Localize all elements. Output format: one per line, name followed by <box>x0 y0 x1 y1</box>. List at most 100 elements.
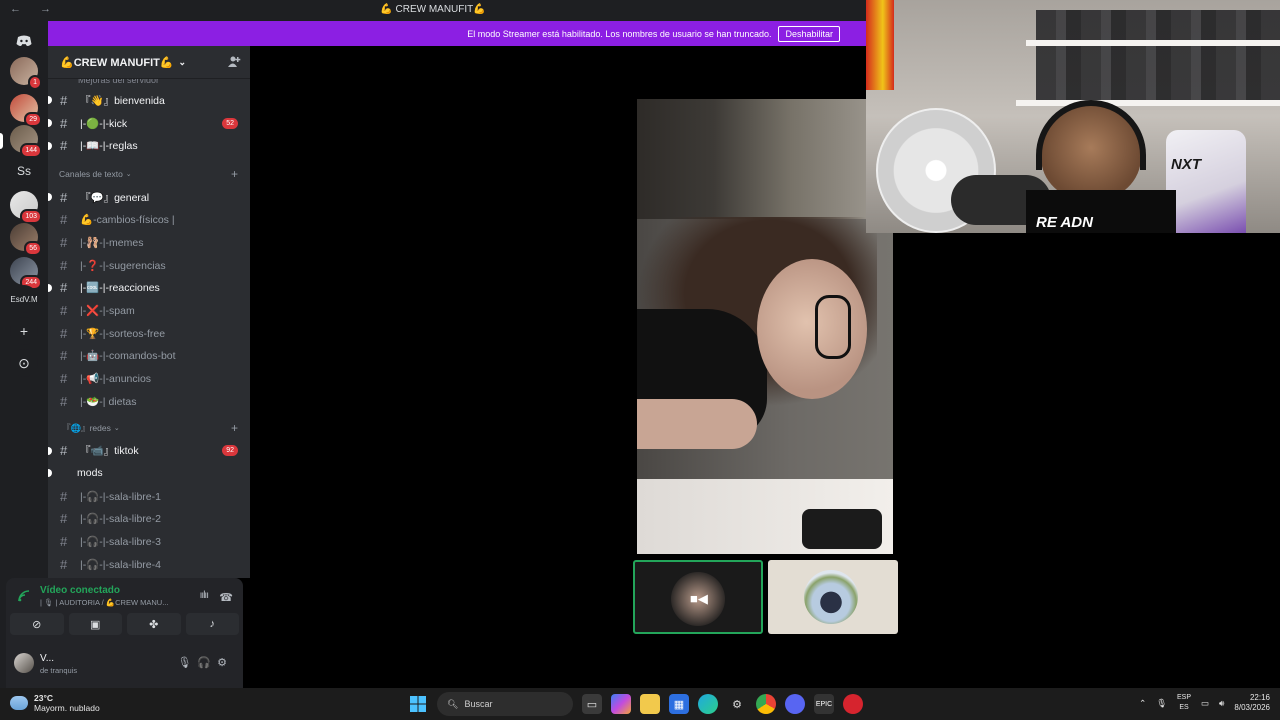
cloud-icon <box>10 696 28 710</box>
keyboard-code: ES <box>1179 704 1189 711</box>
gear-icon[interactable]: ⚙ <box>217 657 233 669</box>
share-screen-button[interactable]: ▣ <box>68 613 122 635</box>
chrome-icon[interactable] <box>756 694 776 714</box>
channel-anuncios[interactable]: # |-📢-|-anuncios <box>48 367 250 390</box>
disconnect-call-icon[interactable]: ☎ <box>219 591 233 604</box>
category-text-channels[interactable]: Canales de texto ⌄ + <box>48 163 250 186</box>
microphone-icon[interactable]: 🎙 <box>177 657 197 669</box>
server-icon-6[interactable]: 56 <box>10 223 42 256</box>
channel-name: |-🥗-| dietas <box>80 395 137 408</box>
settings-app-icon[interactable]: ⚙ <box>727 694 747 714</box>
task-view-icon[interactable]: ▭ <box>582 694 602 714</box>
channel-cambios-fisicos[interactable]: # 💪-cambios-físicos | <box>48 208 250 231</box>
headphones-icon[interactable]: 🎧 <box>197 657 217 669</box>
channel-bienvenida[interactable]: # 『👋』bienvenida <box>48 89 250 112</box>
activities-button[interactable]: ✤ <box>127 613 181 635</box>
channel-name: |-🎧-|-sala-libre-3 <box>80 535 161 548</box>
avatar[interactable] <box>14 653 34 673</box>
hash-icon: # <box>60 533 68 549</box>
server-icon-1[interactable]: 1 <box>10 57 42 90</box>
window-title: 💪 CREW MANUFIT💪 <box>380 4 486 15</box>
clock[interactable]: 22:16 8/03/2026 <box>1234 693 1270 713</box>
channel-kick[interactable]: # |-🟢-|-kick 52 <box>48 112 250 135</box>
channel-name: |-🆒-|-reacciones <box>80 282 160 295</box>
channel-spam[interactable]: # |-❌-|-spam <box>48 299 250 322</box>
disable-streamer-button[interactable]: Deshabilitar <box>778 25 840 42</box>
channel-name: |-🤖-|-comandos-bot <box>80 350 176 363</box>
boost-item[interactable]: Mejoras del servidor <box>48 79 250 89</box>
participant-avatar <box>804 570 858 624</box>
camera-off-button[interactable]: ⊘ <box>10 613 64 635</box>
chevron-up-icon[interactable]: ⌃ <box>1139 698 1146 709</box>
server-icon-ss[interactable]: Ss <box>10 157 38 185</box>
chevron-down-icon: ⌄ <box>125 171 132 179</box>
channel-sugerencias[interactable]: # |-❓-|-sugerencias <box>48 254 250 277</box>
channel-sala-libre-2[interactable]: # |-🎧-|-sala-libre-2 <box>48 507 250 530</box>
voice-channel-name[interactable]: | 🎙 | AUDITORIA / 💪CREW MANU... <box>40 598 168 607</box>
channel-sorteos-free[interactable]: # |-🏆-|-sorteos-free <box>48 322 250 345</box>
participant-tile-active[interactable]: ■◀ <box>633 560 763 634</box>
hash-icon: # <box>60 92 68 108</box>
windows-start-icon[interactable] <box>408 694 428 714</box>
category-mods[interactable]: mods <box>48 462 250 485</box>
server-icon-crew-manufit[interactable]: 144 <box>10 125 42 158</box>
discord-app-icon[interactable] <box>785 694 805 714</box>
epic-games-icon[interactable]: EPIC <box>814 694 834 714</box>
banner-message: El modo Streamer está habilitado. Los no… <box>467 28 772 39</box>
add-server-icon[interactable]: + <box>10 317 38 345</box>
taskbar-apps: 🔍︎ Buscar ▭ ▦ ⚙ EPIC <box>408 692 863 716</box>
channel-dietas[interactable]: # |-🥗-| dietas <box>48 390 250 413</box>
taskbar-search[interactable]: 🔍︎ Buscar <box>437 692 573 716</box>
store-icon[interactable]: ▦ <box>669 694 689 714</box>
server-header[interactable]: 💪CREW MANUFIT💪 ⌄ <box>48 46 250 79</box>
channel-sala-libre-1[interactable]: # |-🎧-|-sala-libre-1 <box>48 485 250 508</box>
copilot-icon[interactable] <box>611 694 631 714</box>
webcam-shelf <box>1016 100 1280 106</box>
video-background <box>637 99 893 219</box>
server-icon-5[interactable]: 103 <box>10 191 42 224</box>
soundboard-button[interactable]: ♪ <box>185 613 239 635</box>
voice-status: Vídeo conectado <box>40 585 121 596</box>
channel-name: 『💬』general <box>80 191 150 204</box>
channel-sala-libre-3[interactable]: # |-🎧-|-sala-libre-3 <box>48 530 250 553</box>
channel-comandos-bot[interactable]: # |-🤖-|-comandos-bot <box>48 345 250 368</box>
channel-name: 『📹』tiktok <box>80 445 139 458</box>
network-icon[interactable]: ▭ <box>1201 698 1209 709</box>
channel-general[interactable]: # 『💬』general <box>48 186 250 209</box>
weather-widget[interactable]: 23°C Mayorm. nublado <box>10 693 100 713</box>
webcam-chair <box>1166 130 1246 233</box>
system-tray: ⌃ 🎙 ESP ES ▭ 🔊︎ 22:16 8/03/2026 <box>1139 693 1270 713</box>
server-icon-2[interactable]: 29 <box>10 94 42 127</box>
invite-people-icon[interactable] <box>227 55 241 69</box>
language-indicator[interactable]: ESP ES <box>1177 693 1191 713</box>
date: 8/03/2026 <box>1234 703 1270 712</box>
channel-name: |-❌-|-spam <box>80 305 135 318</box>
shirt-logo: RE ADN <box>1036 214 1093 231</box>
channel-sala-libre-4[interactable]: # |-🎧-|-sala-libre-4 <box>48 553 250 576</box>
discord-home-icon[interactable] <box>10 27 38 55</box>
server-icon-7[interactable]: 244 <box>10 257 42 290</box>
channel-memes[interactable]: # |-🩰-|-memes <box>48 231 250 254</box>
discover-icon[interactable]: ⊙ <box>10 349 38 377</box>
hash-icon: # <box>60 138 68 154</box>
add-channel-icon[interactable]: + <box>231 167 238 181</box>
signal-icon[interactable] <box>18 590 30 602</box>
unread-indicator <box>48 469 52 478</box>
add-channel-icon[interactable]: + <box>231 421 238 435</box>
server-icon-esdvm[interactable]: EsdV.M <box>10 285 38 313</box>
microphone-tray-icon[interactable]: 🎙 <box>1156 698 1167 709</box>
channel-sidebar: 💪CREW MANUFIT💪 ⌄ Mejoras del servidor # … <box>48 46 250 578</box>
main-video-tile[interactable] <box>637 99 893 554</box>
edge-icon[interactable] <box>698 694 718 714</box>
participant-tile[interactable] <box>768 560 898 634</box>
volume-icon[interactable]: 🔊︎ <box>1219 698 1224 709</box>
unread-indicator <box>48 446 52 455</box>
channel-reglas[interactable]: # |-📖-|-reglas <box>48 134 250 157</box>
channel-reacciones[interactable]: # |-🆒-|-reacciones <box>48 277 250 300</box>
category-redes[interactable]: 『🌐』redes ⌄ + <box>48 417 250 440</box>
media-app-icon[interactable] <box>843 694 863 714</box>
noise-suppression-icon[interactable]: ıılıı <box>200 590 209 601</box>
video-camera-icon: ■◀ <box>690 591 708 606</box>
channel-tiktok[interactable]: # 『📹』tiktok 92 <box>48 439 250 462</box>
file-explorer-icon[interactable] <box>640 694 660 714</box>
